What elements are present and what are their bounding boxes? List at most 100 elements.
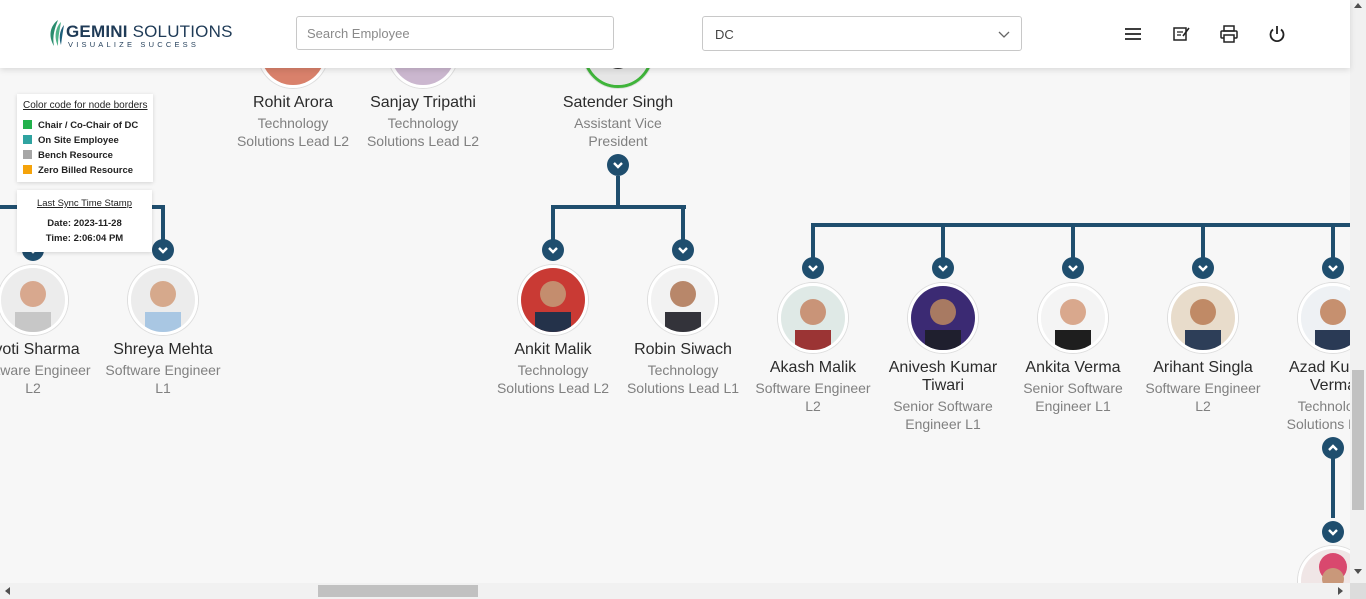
avatar-robin-siwach[interactable] [648,265,718,335]
node-title-ankit: Technology [517,362,589,378]
node-name-anivesh: Anivesh Kumar [888,359,998,376]
avatar-jyoti-sharma[interactable] [0,265,68,335]
scroll-left-arrow-icon[interactable] [4,587,10,595]
menu-icon[interactable] [1123,24,1143,44]
node-title-jyoti-2: L2 [25,380,41,396]
chevron-down-icon [1328,265,1338,272]
expand-toggle-azad[interactable] [1322,257,1344,279]
expand-toggle-shreya[interactable] [152,239,174,261]
avatar-shreya-mehta[interactable] [128,265,198,335]
chevron-down-icon [1068,265,1078,272]
node-name-robin: Robin Siwach [634,341,732,358]
node-title-akash: Software Engineer [755,380,871,396]
node-name-azad: Azad Kumar [1288,359,1350,376]
avatar-anivesh-kumar-tiwari[interactable] [908,283,978,353]
chevron-down-icon [613,162,623,169]
expand-toggle-akash[interactable] [802,257,824,279]
chevron-down-icon [158,247,168,254]
search-employee-input[interactable] [296,16,614,50]
sync-title: Last Sync Time Stamp [36,198,133,209]
connector-line [1201,223,1205,259]
chevron-down-icon [678,247,688,254]
node-name-arihant: Arihant Singla [1153,359,1253,376]
expand-toggle-satender[interactable] [607,154,629,176]
node-name-rohit: Rohit Arora [252,94,334,111]
chevron-down-icon [1198,265,1208,272]
legend-item-onsite: On Site Employee [23,135,119,146]
chevron-down-icon [808,265,818,272]
legend-item-bench: Bench Resource [23,150,113,161]
connector-line [811,223,1350,227]
chevron-down-icon [998,31,1010,38]
chevron-down-icon [548,247,558,254]
expand-toggle-ankit[interactable] [542,239,564,261]
node-title-azad: Technology [1297,398,1350,414]
connector-line [811,223,815,259]
legend-swatch [23,165,32,174]
expand-toggle-child[interactable] [1322,521,1344,543]
node-title-anivesh-2: Engineer L1 [905,416,981,432]
horizontal-scroll-thumb[interactable] [318,585,478,597]
avatar-sanjay-tripathi[interactable] [388,68,458,88]
avatar-child-employee[interactable] [1298,546,1350,583]
sync-date: Date: 2023-11-28 [47,218,122,229]
dc-dropdown[interactable]: DC [702,16,1022,51]
avatar-akash-malik[interactable] [778,283,848,353]
sync-timestamp-card: Last Sync Time Stamp Date: 2023-11-28 Ti… [17,190,152,252]
scroll-down-arrow-icon[interactable] [1354,569,1362,575]
vertical-scroll-thumb[interactable] [1352,370,1364,510]
expand-toggle-anivesh[interactable] [932,257,954,279]
avatar-satender-singh[interactable] [583,68,653,88]
scroll-right-arrow-icon[interactable] [1338,587,1344,595]
node-name-anivesh-2: Tiwari [921,377,965,394]
legend-swatch [23,135,32,144]
expand-toggle-ankita[interactable] [1062,257,1084,279]
node-title-satender-2: President [588,133,648,149]
node-title-satender: Assistant Vice [574,115,662,131]
legend-swatch [23,120,32,129]
node-name-shreya: Shreya Mehta [113,341,213,358]
sync-time: Time: 2:06:04 PM [45,233,124,244]
scroll-up-arrow-icon[interactable] [1354,2,1362,8]
node-title-akash-2: L2 [805,398,821,414]
vertical-scrollbar[interactable] [1350,0,1366,583]
avatar-ankita-verma[interactable] [1038,283,1108,353]
top-header: GEMINI SOLUTIONS VISUALIZE SUCCESS DC [0,0,1350,68]
collapse-toggle-azad[interactable] [1322,437,1344,459]
node-title-arihant-2: L2 [1195,398,1211,414]
avatar-arihant-singla[interactable] [1168,283,1238,353]
expand-toggle-robin[interactable] [672,239,694,261]
legend-item-zero-billed: Zero Billed Resource [23,165,133,176]
connector-line [616,176,620,208]
notes-icon[interactable] [1171,24,1191,44]
chevron-up-icon [1328,444,1338,451]
connector-line [681,205,685,241]
node-title-rohit-2: Solutions Lead L2 [236,133,350,149]
chevron-down-icon [1328,529,1338,536]
node-title-sanjay-2: Solutions Lead L2 [366,133,480,149]
logo-text: GEMINI SOLUTIONS [66,22,233,41]
org-chart-canvas[interactable]: Rohit Arora Technology Solutions Lead L2… [0,68,1350,583]
avatar-rohit-arora[interactable] [258,68,328,88]
avatar-azad-kumar-verma[interactable] [1298,283,1350,353]
node-title-shreya: Software Engineer [105,362,221,378]
horizontal-scrollbar[interactable] [0,583,1350,599]
connector-line [161,205,165,241]
node-title-ankit-2: Solutions Lead L2 [496,380,610,396]
connector-line [1331,223,1335,259]
power-icon[interactable] [1267,24,1287,44]
print-icon[interactable] [1219,24,1239,44]
node-name-ankit: Ankit Malik [514,341,592,358]
avatar-ankit-malik[interactable] [518,265,588,335]
chevron-down-icon [938,265,948,272]
scrollbar-corner [1350,583,1366,599]
node-name-sanjay: Sanjay Tripathi [370,94,476,111]
connector-line [551,205,686,209]
legend-title: Color code for node borders [23,100,148,111]
expand-toggle-arihant[interactable] [1192,257,1214,279]
node-title-sanjay: Technology [387,115,459,131]
node-name-akash: Akash Malik [769,359,857,376]
node-title-arihant: Software Engineer [1145,380,1261,396]
connector-line [941,223,945,259]
gemini-logo[interactable]: GEMINI SOLUTIONS VISUALIZE SUCCESS [46,16,232,52]
